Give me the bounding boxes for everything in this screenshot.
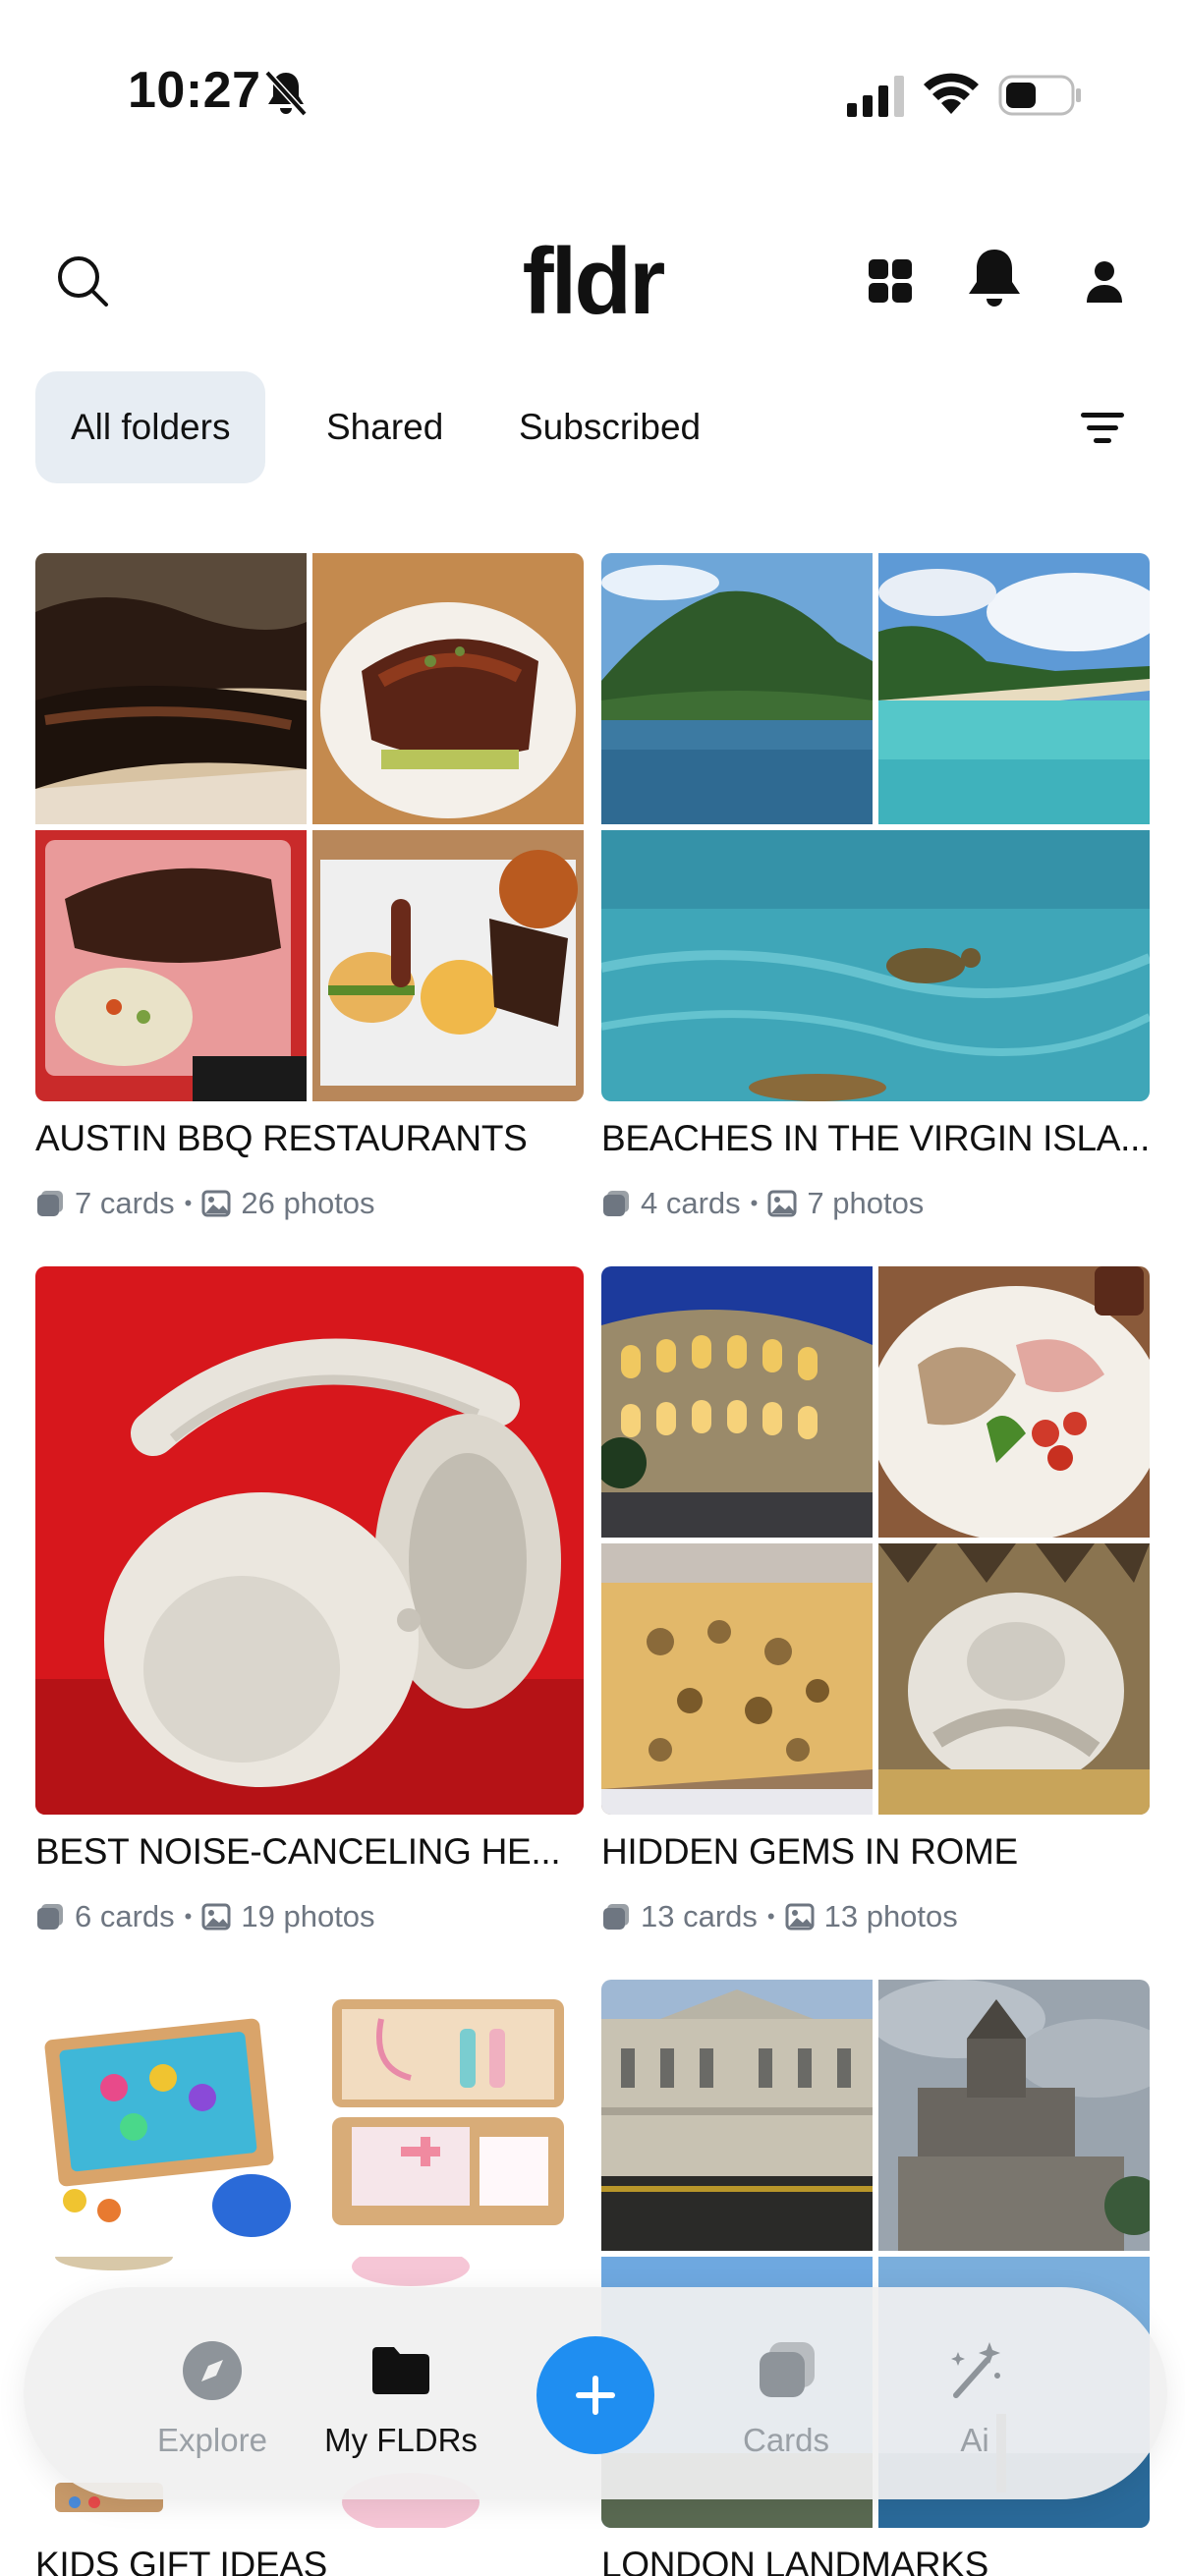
folder-meta: 7 cards • 26 photos <box>35 1184 584 1223</box>
filter-icon[interactable] <box>1079 409 1126 448</box>
folder-photo <box>312 830 584 1101</box>
photo-count: 26 photos <box>241 1186 375 1220</box>
add-button[interactable] <box>536 2336 654 2454</box>
cards-icon <box>37 1191 63 1216</box>
cards-icon <box>760 2342 815 2397</box>
folder-photo <box>312 553 584 824</box>
nav-my-fldrs[interactable]: My FLDRs <box>312 2338 489 2459</box>
card-count: 6 cards <box>75 1899 175 1933</box>
folder-title: HIDDEN GEMS IN ROME <box>601 1831 1018 1872</box>
plus-icon <box>576 2376 615 2415</box>
card-count: 13 cards <box>641 1899 758 1933</box>
folder-photo <box>35 830 307 1101</box>
folder-title: LONDON LANDMARKS <box>601 2545 989 2576</box>
folder-collage <box>35 1266 584 1815</box>
tab-shared[interactable]: Shared <box>291 371 479 483</box>
nav-ai[interactable]: Ai <box>886 2338 1063 2459</box>
nav-label: My FLDRs <box>324 2422 478 2458</box>
folder-meta: 6 cards • 19 photos <box>35 1897 584 1936</box>
folder-meta: 13 cards • 13 photos <box>601 1897 1150 1936</box>
bottom-navigation: Explore My FLDRs Cards Ai <box>24 2287 1167 2499</box>
grid-icon[interactable] <box>867 257 914 305</box>
folder-collage <box>35 553 584 1101</box>
folder-card[interactable]: BEACHES IN THE VIRGIN ISLA... 4 cards • … <box>601 553 1150 1223</box>
folder-card[interactable]: BEST NOISE-CANCELING HE... 6 cards • 19 … <box>35 1266 584 1936</box>
signal-icon <box>847 76 904 117</box>
folder-title: AUSTIN BBQ RESTAURANTS <box>35 1118 528 1158</box>
folder-card[interactable]: HIDDEN GEMS IN ROME 13 cards • 13 photos <box>601 1266 1150 1936</box>
photo-count: 13 photos <box>823 1899 958 1933</box>
nav-cards[interactable]: Cards <box>698 2338 875 2459</box>
card-count: 7 cards <box>75 1186 175 1220</box>
bell-off-icon <box>264 70 308 117</box>
folder-photo <box>35 1266 584 1815</box>
photo-icon <box>767 1190 797 1217</box>
status-time: 10:27 <box>128 62 261 119</box>
tab-subscribed[interactable]: Subscribed <box>483 371 736 483</box>
nav-label: Explore <box>157 2422 267 2458</box>
nav-label: Cards <box>742 2422 830 2458</box>
folder-card[interactable]: AUSTIN BBQ RESTAURANTS 7 cards • 26 phot… <box>35 553 584 1223</box>
photo-count: 7 photos <box>807 1186 925 1220</box>
folder-photo <box>878 1543 1150 1815</box>
folder-photo <box>878 1266 1150 1538</box>
app-header: fldr <box>0 216 1185 344</box>
folder-photo <box>878 553 1150 824</box>
folder-photo <box>312 1980 584 2251</box>
folder-title: BEACHES IN THE VIRGIN ISLA... <box>601 1118 1150 1158</box>
folder-photo <box>878 1980 1150 2251</box>
photo-icon <box>201 1903 231 1931</box>
photo-count: 19 photos <box>241 1899 375 1933</box>
folder-collage <box>601 1266 1150 1815</box>
profile-icon[interactable] <box>1085 257 1124 307</box>
folder-photo <box>601 1266 873 1538</box>
nav-explore[interactable]: Explore <box>124 2338 301 2459</box>
battery-icon <box>998 75 1081 116</box>
folder-photo <box>601 830 1150 1101</box>
compass-icon <box>183 2341 242 2400</box>
folder-meta: 4 cards • 7 photos <box>601 1184 1150 1223</box>
separator: • <box>750 1191 759 1215</box>
cards-icon <box>37 1904 63 1930</box>
tab-all-folders[interactable]: All folders <box>35 371 266 483</box>
folder-title: KIDS GIFT IDEAS <box>35 2545 328 2576</box>
folder-photo <box>601 1543 873 1815</box>
separator: • <box>766 1904 775 1929</box>
magic-wand-icon <box>951 2342 1000 2398</box>
folder-photo <box>601 553 873 824</box>
folder-icon <box>372 2347 429 2394</box>
cards-icon <box>603 1191 629 1216</box>
folder-title: BEST NOISE-CANCELING HE... <box>35 1831 561 1872</box>
folder-photo <box>35 1980 307 2251</box>
photo-icon <box>201 1190 231 1217</box>
bell-icon[interactable] <box>965 246 1024 310</box>
cards-icon <box>603 1904 629 1930</box>
separator: • <box>184 1904 193 1929</box>
folder-photo <box>35 553 307 824</box>
nav-label: Ai <box>960 2422 989 2458</box>
wifi-icon <box>924 73 979 114</box>
separator: • <box>184 1191 193 1215</box>
status-bar: 10:27 <box>0 0 1185 187</box>
folder-photo <box>601 1980 873 2251</box>
card-count: 4 cards <box>641 1186 741 1220</box>
photo-icon <box>785 1903 815 1931</box>
folder-collage <box>601 553 1150 1101</box>
